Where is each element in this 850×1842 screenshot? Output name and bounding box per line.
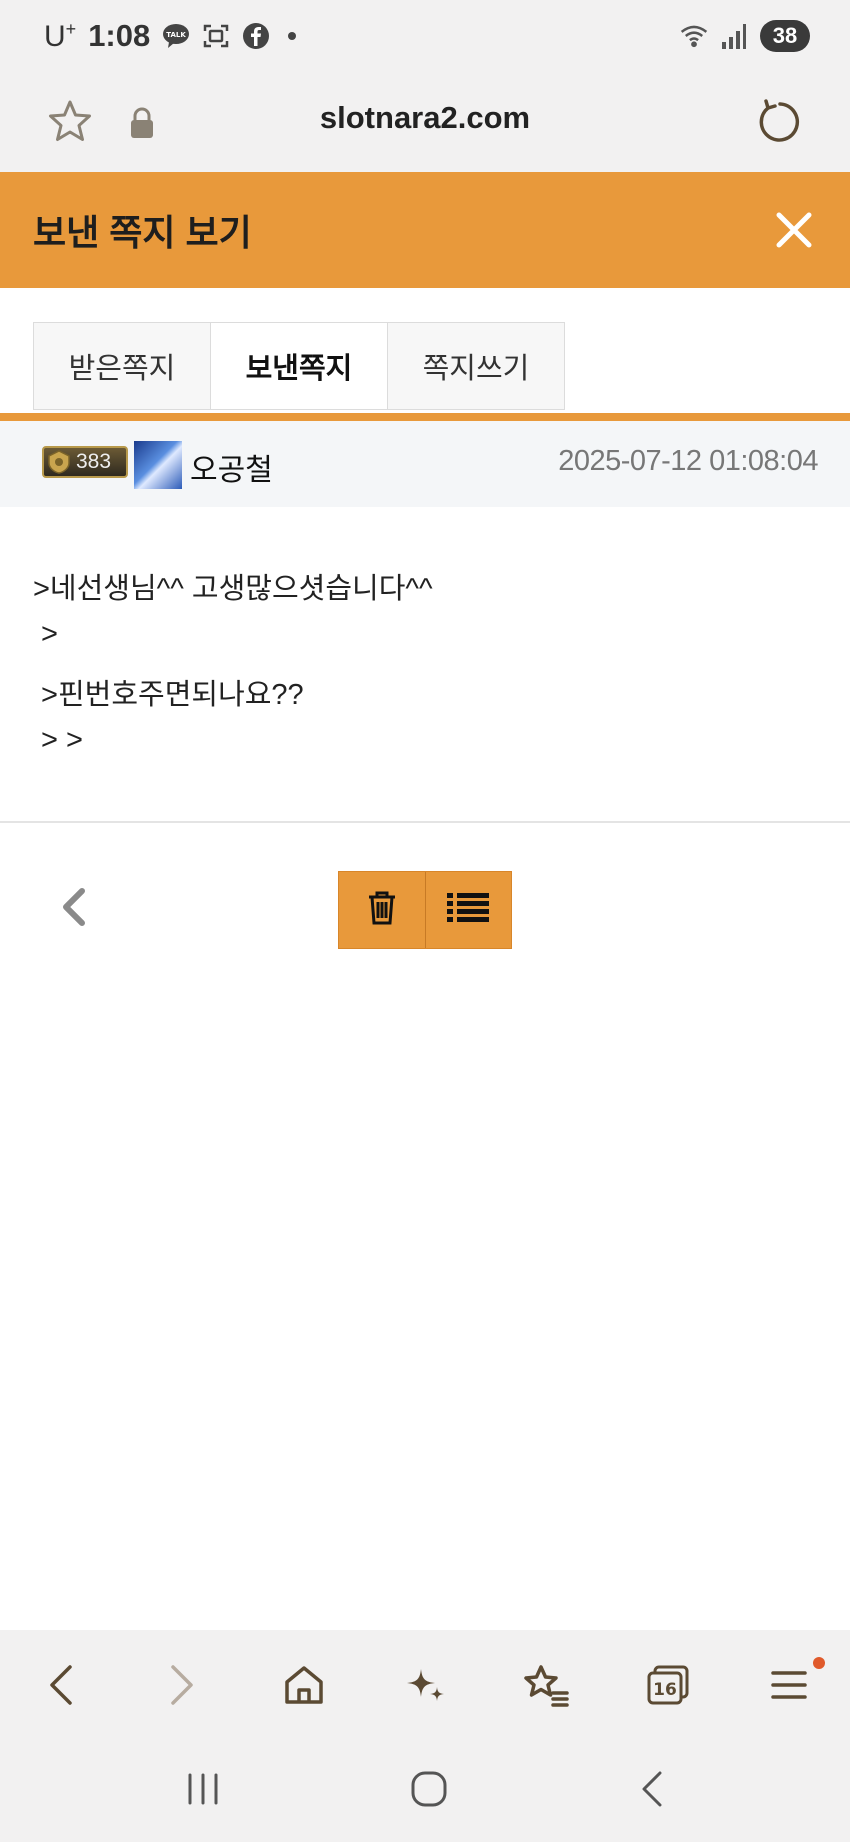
trash-icon [366,890,398,931]
home-circle-icon[interactable] [409,1769,449,1814]
delete-button[interactable] [339,872,425,948]
system-back-icon[interactable] [636,1769,666,1814]
recents-icon[interactable] [184,1771,222,1812]
sparkle-icon[interactable] [395,1655,455,1715]
sender-name[interactable]: 오공철 [190,445,273,489]
browser-bottom-nav: 16 [0,1630,850,1740]
bookmarks-icon[interactable] [516,1655,576,1715]
status-bar: U+ 1:08 TALK 38 [0,0,850,80]
reload-icon[interactable] [754,96,806,148]
message-line: > [33,618,58,650]
dot-icon [288,32,297,40]
tab-received[interactable]: 받은쪽지 [33,322,211,410]
level-emblem-icon [46,449,72,475]
list-icon [447,892,490,929]
status-left: U+ 1:08 TALK [44,18,297,54]
avatar[interactable] [134,441,182,489]
message-body: >네선생님^^ 고생많으셧습니다^^ > >핀번호주면되나요?? > > [0,507,850,823]
page-title: 보낸 쪽지 보기 [33,212,252,253]
tabs-divider [0,413,850,421]
list-button[interactable] [424,872,511,948]
home-icon[interactable] [274,1655,334,1715]
notification-dot [813,1657,826,1669]
level-number: 383 [76,450,112,473]
message-line: > > [33,724,83,756]
wifi-icon [680,22,708,50]
page-header: 보낸 쪽지 보기 [0,172,850,288]
chevron-left-icon[interactable] [56,885,92,929]
talk-icon: TALK [162,22,190,50]
star-icon[interactable] [46,98,94,146]
browser-url-bar: slotnara2.com [0,80,850,172]
facebook-icon [242,22,270,50]
message-date: 2025-07-12 01:08:04 [558,445,818,477]
carrier-label: U+ [44,18,77,53]
back-icon[interactable] [31,1655,91,1715]
close-icon[interactable] [774,210,814,250]
battery-indicator: 38 [760,20,810,52]
tabs-area: 받은쪽지 보낸쪽지 쪽지쓰기 [0,288,850,413]
forward-icon[interactable] [152,1655,212,1715]
tab-bar: 받은쪽지 보낸쪽지 쪽지쓰기 [33,322,565,410]
message-meta: 383 오공철 2025-07-12 01:08:04 [0,421,850,508]
message-line: >핀번호주면되나요?? [33,679,304,711]
system-nav-bar [0,1740,850,1842]
tab-count: 16 [653,1680,677,1700]
level-badge: 383 [42,446,128,478]
clock: 1:08 [88,18,151,53]
action-button-group [338,871,512,949]
tab-write[interactable]: 쪽지쓰기 [387,322,565,410]
tabs-icon[interactable]: 16 [638,1655,698,1715]
signal-icon [720,22,748,50]
message-line: >네선생님^^ 고생많으셧습니다^^ [33,573,433,605]
lock-icon[interactable] [128,106,156,140]
status-right: 38 [680,20,810,52]
svg-text:TALK: TALK [166,31,186,39]
tab-sent[interactable]: 보낸쪽지 [210,322,388,410]
screenshot-icon [202,22,230,50]
menu-icon[interactable] [759,1655,826,1715]
message-actions [0,823,850,953]
